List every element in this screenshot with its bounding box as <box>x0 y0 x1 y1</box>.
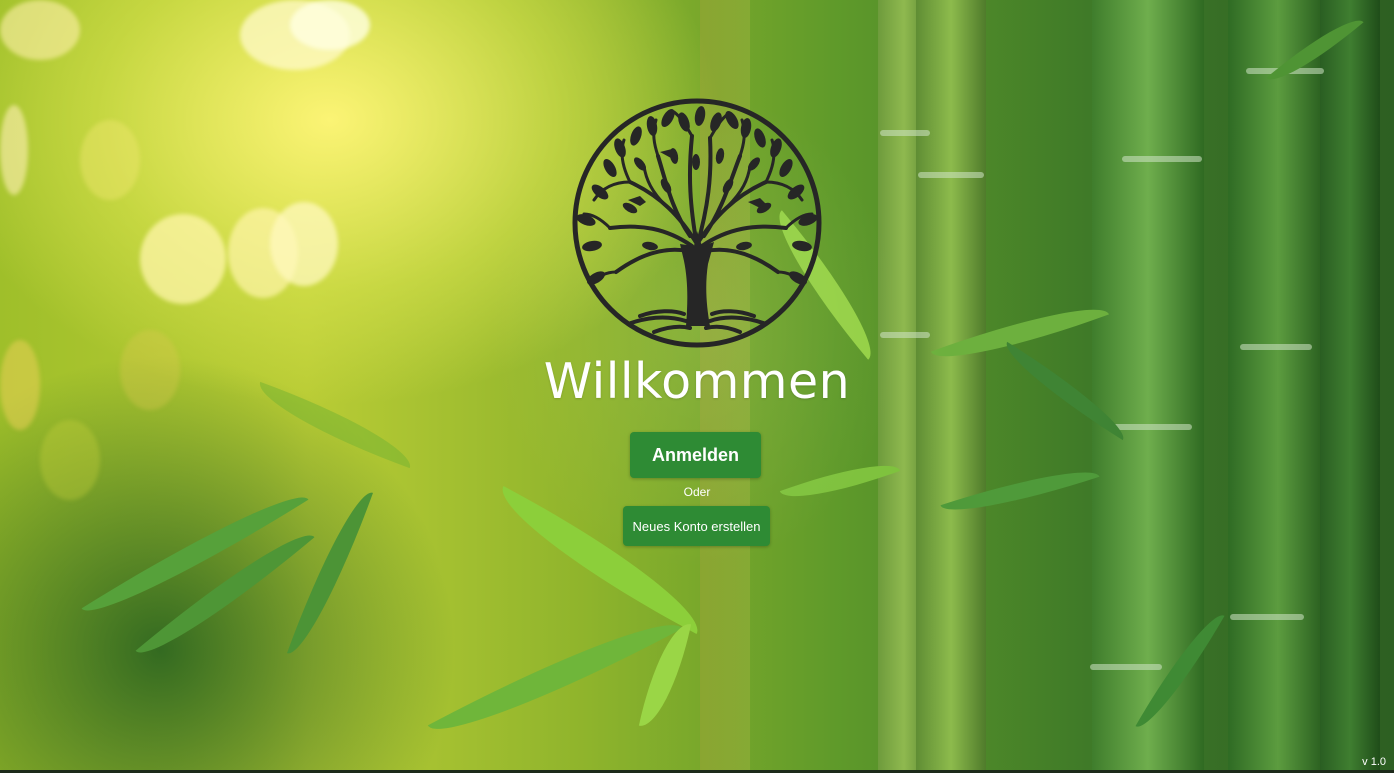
or-separator: Oder <box>683 485 711 499</box>
welcome-panel: Willkommen Anmelden Oder Neues Konto ers… <box>0 0 1394 773</box>
welcome-title: Willkommen <box>543 353 851 410</box>
welcome-screen: Willkommen Anmelden Oder Neues Konto ers… <box>0 0 1394 773</box>
create-account-button[interactable]: Neues Konto erstellen <box>623 506 770 546</box>
version-label: v 1.0 <box>1362 756 1386 768</box>
tree-of-life-icon <box>572 98 822 348</box>
login-button[interactable]: Anmelden <box>630 432 761 478</box>
